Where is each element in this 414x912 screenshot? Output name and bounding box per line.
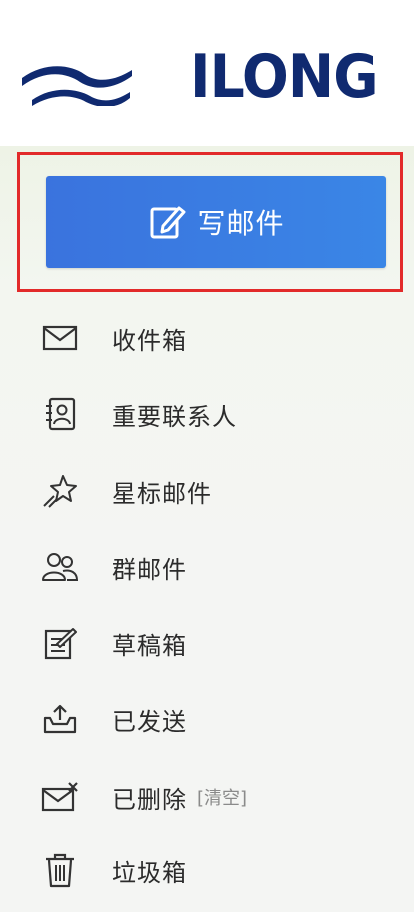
deleted-mail-icon bbox=[40, 777, 80, 817]
folder-inbox[interactable]: 收件箱 bbox=[30, 312, 390, 364]
folder-spam[interactable]: 垃圾箱 bbox=[30, 844, 390, 896]
folder-label: 重要联系人 bbox=[112, 402, 237, 431]
folder-deleted[interactable]: 已删除 [清空] bbox=[30, 771, 390, 823]
brand-logo: ILONG bbox=[190, 42, 378, 112]
logo-wave-icon bbox=[22, 66, 132, 106]
folder-important-contacts[interactable]: 重要联系人 bbox=[30, 388, 390, 440]
draft-icon bbox=[40, 623, 80, 663]
folder-label: 已删除 bbox=[112, 785, 187, 814]
folder-label: 已发送 bbox=[112, 707, 187, 736]
empty-trash-link[interactable]: [清空] bbox=[197, 784, 247, 810]
trash-icon bbox=[40, 850, 80, 890]
compose-button[interactable]: 写邮件 bbox=[46, 176, 386, 268]
folder-label: 群邮件 bbox=[112, 555, 187, 584]
folder-label: 收件箱 bbox=[112, 326, 187, 355]
folder-label: 垃圾箱 bbox=[112, 858, 187, 887]
group-icon bbox=[40, 547, 80, 587]
folder-sent[interactable]: 已发送 bbox=[30, 693, 390, 745]
star-icon bbox=[40, 471, 80, 511]
folder-label: 草稿箱 bbox=[112, 631, 187, 660]
folder-group-mail[interactable]: 群邮件 bbox=[30, 541, 390, 593]
compose-label: 写邮件 bbox=[197, 208, 285, 239]
outbox-icon bbox=[40, 699, 80, 739]
folder-starred[interactable]: 星标邮件 bbox=[30, 465, 390, 517]
folder-label: 星标邮件 bbox=[112, 479, 212, 508]
folder-drafts[interactable]: 草稿箱 bbox=[30, 617, 390, 669]
envelope-icon bbox=[40, 318, 80, 358]
contact-book-icon bbox=[40, 394, 80, 434]
compose-icon bbox=[150, 206, 186, 239]
app-header: ILONG bbox=[0, 0, 414, 146]
